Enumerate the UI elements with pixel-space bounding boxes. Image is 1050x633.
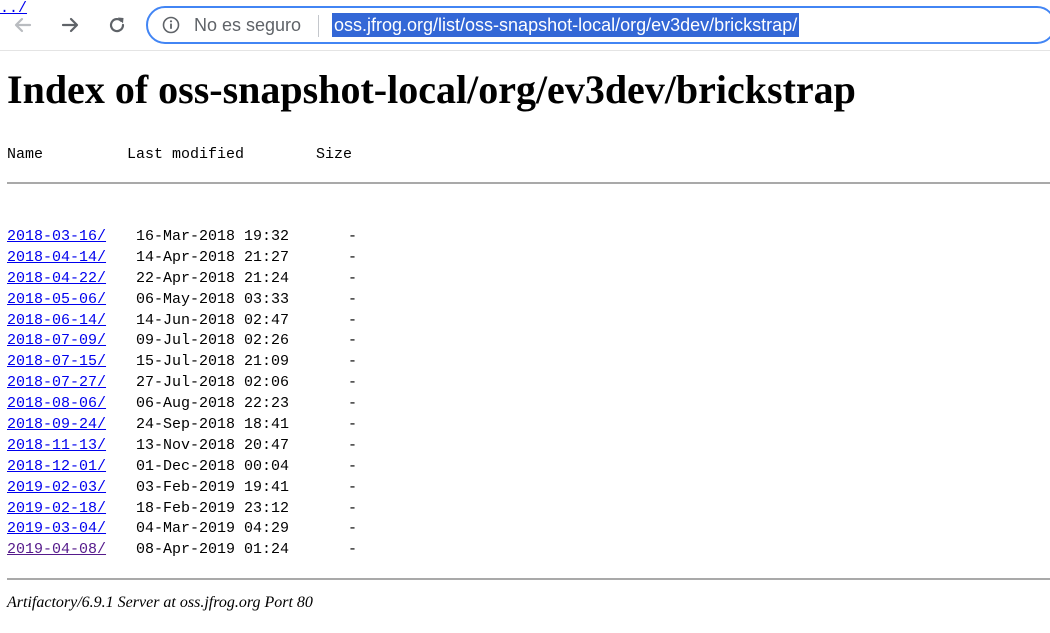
last-modified-value: 06-May-2018 03:33: [136, 290, 290, 308]
browser-toolbar: No es seguro oss.jfrog.org/list/oss-snap…: [0, 0, 1050, 51]
arrow-right-icon[interactable]: [56, 11, 84, 39]
last-modified-value: 18-Feb-2019 23:12: [136, 499, 290, 517]
last-modified-value: 08-Apr-2019 01:24: [136, 541, 290, 559]
directory-link[interactable]: 2018-09-24/: [7, 415, 106, 436]
directory-link[interactable]: 2018-05-06/: [7, 290, 106, 311]
directory-link[interactable]: 2018-03-16/: [7, 227, 106, 248]
last-modified-value: 13-Nov-2018 20:47: [136, 436, 290, 454]
size-value: -: [348, 374, 358, 392]
header-divider: [7, 182, 1050, 184]
directory-link[interactable]: 2018-07-09/: [7, 331, 106, 352]
size-value: -: [348, 436, 358, 454]
last-modified-value: 16-Mar-2018 19:32: [136, 228, 290, 245]
column-header-last-modified: Last modified: [127, 146, 245, 163]
size-value: -: [348, 499, 358, 517]
last-modified-value: 06-Aug-2018 22:23: [136, 395, 290, 413]
parent-directory-link[interactable]: ../: [0, 0, 27, 17]
last-modified-value: 03-Feb-2019 19:41: [136, 478, 290, 496]
directory-link[interactable]: 2018-12-01/: [7, 457, 106, 478]
size-value: -: [348, 395, 358, 413]
size-value: -: [348, 541, 358, 559]
size-value: -: [348, 311, 358, 329]
directory-link[interactable]: 2019-04-08/: [7, 540, 106, 561]
size-value: -: [348, 520, 358, 538]
directory-link[interactable]: 2018-06-14/: [7, 311, 106, 332]
last-modified-value: 15-Jul-2018 21:09: [136, 353, 290, 371]
column-headers: Name Last modified Size: [0, 146, 352, 166]
omnibox-divider: [318, 15, 319, 37]
last-modified-value: 01-Dec-2018 00:04: [136, 457, 290, 475]
size-value: -: [348, 269, 358, 287]
reload-icon[interactable]: [103, 11, 131, 39]
security-status-label[interactable]: No es seguro: [194, 15, 301, 36]
directory-link[interactable]: 2018-07-27/: [7, 373, 106, 394]
server-footer: Artifactory/6.9.1 Server at oss.jfrog.or…: [7, 594, 313, 611]
footer-divider: [7, 578, 1050, 580]
directory-link[interactable]: 2018-08-06/: [7, 394, 106, 415]
address-bar[interactable]: No es seguro oss.jfrog.org/list/oss-snap…: [146, 6, 1050, 44]
last-modified-value: 27-Jul-2018 02:06: [136, 374, 290, 392]
directory-link[interactable]: 2019-02-03/: [7, 478, 106, 499]
directory-link[interactable]: 2019-03-04/: [7, 519, 106, 540]
size-value: -: [348, 457, 358, 475]
last-modified-value: 22-Apr-2018 21:24: [136, 269, 290, 287]
last-modified-value: 24-Sep-2018 18:41: [136, 416, 290, 434]
last-modified-value: 14-Apr-2018 21:27: [136, 248, 290, 266]
last-modified-value: 14-Jun-2018 02:47: [136, 311, 290, 329]
info-icon[interactable]: [162, 16, 180, 34]
size-value: -: [348, 228, 358, 245]
size-value: -: [348, 290, 358, 308]
size-value: -: [348, 248, 358, 266]
directory-link[interactable]: 2018-07-15/: [7, 352, 106, 373]
size-value: -: [348, 332, 358, 350]
directory-link[interactable]: 2018-11-13/: [7, 436, 106, 457]
size-value: -: [348, 478, 358, 496]
last-modified-value: 09-Jul-2018 02:26: [136, 332, 290, 350]
url-text[interactable]: oss.jfrog.org/list/oss-snapshot-local/or…: [332, 13, 800, 37]
page-title: Index of oss-snapshot-local/org/ev3dev/b…: [7, 67, 856, 112]
last-modified-value: 04-Mar-2019 04:29: [136, 520, 290, 538]
directory-link[interactable]: 2018-04-14/: [7, 248, 106, 269]
size-value: -: [348, 353, 358, 371]
directory-link[interactable]: 2019-02-18/: [7, 499, 106, 520]
column-header-name: Name: [7, 146, 44, 163]
directory-link[interactable]: 2018-04-22/: [7, 269, 106, 290]
column-header-size: Size: [316, 146, 353, 163]
size-value: -: [348, 416, 358, 434]
